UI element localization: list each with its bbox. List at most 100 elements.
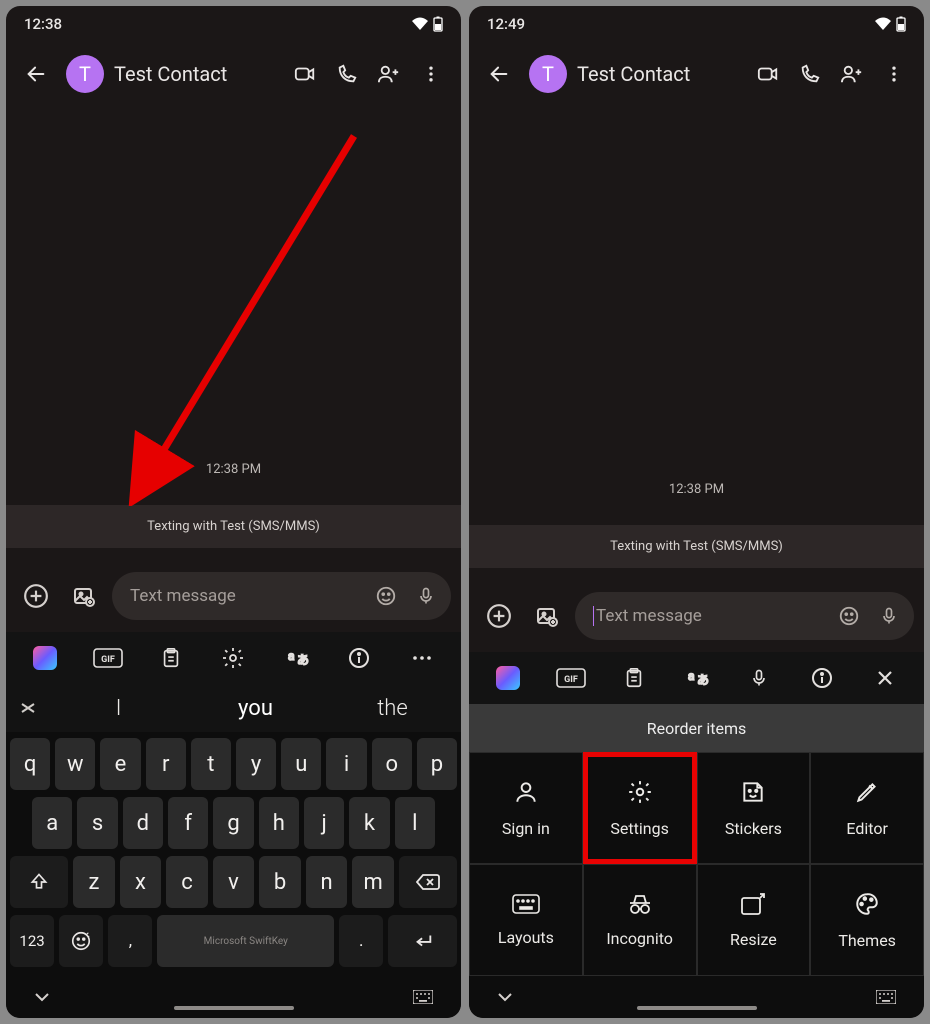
collapse-keyboard-icon[interactable] <box>497 992 513 1002</box>
key-b[interactable]: b <box>259 856 301 908</box>
nav-gesture-pill[interactable] <box>174 1006 294 1010</box>
key-l[interactable]: l <box>395 797 435 849</box>
status-right <box>411 16 443 32</box>
contact-avatar[interactable]: T <box>529 55 567 93</box>
key-p[interactable]: p <box>417 738 457 790</box>
grid-resize[interactable]: Resize <box>697 864 811 976</box>
key-y[interactable]: y <box>236 738 276 790</box>
gallery-button[interactable] <box>64 576 104 616</box>
key-d[interactable]: d <box>123 797 163 849</box>
mic-button[interactable] <box>737 656 781 700</box>
grid-label: Editor <box>846 819 887 838</box>
phone-right: 12:49 T Test Contact 12:38 PM Texting wi… <box>469 6 924 1018</box>
period-key[interactable]: . <box>339 915 383 967</box>
translate-button[interactable]: aあ <box>274 636 318 680</box>
add-attachment-button[interactable] <box>16 576 56 616</box>
grid-settings[interactable]: Settings <box>583 752 697 864</box>
key-e[interactable]: e <box>100 738 140 790</box>
key-n[interactable]: n <box>306 856 348 908</box>
backspace-key[interactable] <box>399 856 457 908</box>
info-button[interactable] <box>800 656 844 700</box>
contact-name[interactable]: Test Contact <box>114 62 275 86</box>
key-t[interactable]: t <box>191 738 231 790</box>
settings-icon[interactable] <box>211 636 255 680</box>
message-input[interactable]: Text message <box>112 572 451 620</box>
more-toolbar-button[interactable] <box>400 636 444 680</box>
gif-button[interactable]: GIF <box>549 656 593 700</box>
close-toolbar-button[interactable] <box>863 656 907 700</box>
gif-button[interactable]: GIF <box>86 636 130 680</box>
key-m[interactable]: m <box>352 856 394 908</box>
keyboard-switcher-icon[interactable] <box>413 990 433 1004</box>
gallery-button[interactable] <box>527 596 567 636</box>
message-input[interactable]: Text message <box>575 592 914 640</box>
dismiss-suggestions-button[interactable] <box>6 702 50 714</box>
nav-gesture-pill[interactable] <box>637 1006 757 1010</box>
key-v[interactable]: v <box>213 856 255 908</box>
key-c[interactable]: c <box>166 856 208 908</box>
key-k[interactable]: k <box>349 797 389 849</box>
mode-key[interactable]: 123 <box>10 915 54 967</box>
key-x[interactable]: x <box>120 856 162 908</box>
add-attachment-button[interactable] <box>479 596 519 636</box>
clipboard-button[interactable] <box>612 656 656 700</box>
key-f[interactable]: f <box>168 797 208 849</box>
grid-incognito[interactable]: Incognito <box>583 864 697 976</box>
status-bar: 12:38 <box>6 6 461 42</box>
voice-call-button[interactable] <box>790 54 830 94</box>
more-button[interactable] <box>874 54 914 94</box>
copilot-icon[interactable] <box>486 656 530 700</box>
keyboard-switcher-icon[interactable] <box>876 990 896 1004</box>
info-button[interactable] <box>337 636 381 680</box>
suggestion-2[interactable]: you <box>187 696 324 721</box>
key-z[interactable]: z <box>73 856 115 908</box>
grid-signin[interactable]: Sign in <box>469 752 583 864</box>
emoji-button[interactable] <box>369 576 403 616</box>
key-i[interactable]: i <box>326 738 366 790</box>
key-h[interactable]: h <box>259 797 299 849</box>
more-button[interactable] <box>411 54 451 94</box>
emoji-button[interactable] <box>832 596 866 636</box>
video-call-button[interactable] <box>748 54 788 94</box>
add-person-button[interactable] <box>369 54 409 94</box>
copilot-icon[interactable] <box>23 636 67 680</box>
grid-themes[interactable]: Themes <box>810 864 924 976</box>
suggestion-3[interactable]: the <box>324 696 461 721</box>
key-q[interactable]: q <box>10 738 50 790</box>
key-j[interactable]: j <box>304 797 344 849</box>
back-button[interactable] <box>479 54 519 94</box>
grid-stickers[interactable]: Stickers <box>697 752 811 864</box>
contact-name[interactable]: Test Contact <box>577 62 738 86</box>
voice-call-button[interactable] <box>327 54 367 94</box>
key-o[interactable]: o <box>372 738 412 790</box>
comma-key[interactable]: , <box>108 915 152 967</box>
space-key[interactable]: Microsoft SwiftKey <box>157 915 334 967</box>
suggestion-1[interactable]: I <box>50 696 187 721</box>
key-w[interactable]: w <box>55 738 95 790</box>
enter-key[interactable] <box>388 915 457 967</box>
key-s[interactable]: s <box>77 797 117 849</box>
video-call-button[interactable] <box>285 54 325 94</box>
contact-avatar[interactable]: T <box>66 55 104 93</box>
translate-button[interactable]: aあ <box>674 656 718 700</box>
key-r[interactable]: r <box>146 738 186 790</box>
grid-label: Resize <box>730 930 777 949</box>
add-person-button[interactable] <box>832 54 872 94</box>
clipboard-button[interactable] <box>149 636 193 680</box>
voice-input-button[interactable] <box>409 576 443 616</box>
key-row-2: a s d f g h j k l <box>10 797 457 849</box>
key-g[interactable]: g <box>213 797 253 849</box>
key-a[interactable]: a <box>32 797 72 849</box>
battery-icon <box>896 16 906 32</box>
voice-input-button[interactable] <box>872 596 906 636</box>
svg-text:a: a <box>288 649 295 663</box>
shift-key[interactable] <box>10 856 68 908</box>
grid-editor[interactable]: Editor <box>810 752 924 864</box>
key-u[interactable]: u <box>281 738 321 790</box>
back-button[interactable] <box>16 54 56 94</box>
collapse-keyboard-icon[interactable] <box>34 992 50 1002</box>
emoji-key[interactable] <box>59 915 103 967</box>
sticker-icon <box>740 779 766 805</box>
grid-layouts[interactable]: Layouts <box>469 864 583 976</box>
incognito-icon <box>626 893 654 915</box>
